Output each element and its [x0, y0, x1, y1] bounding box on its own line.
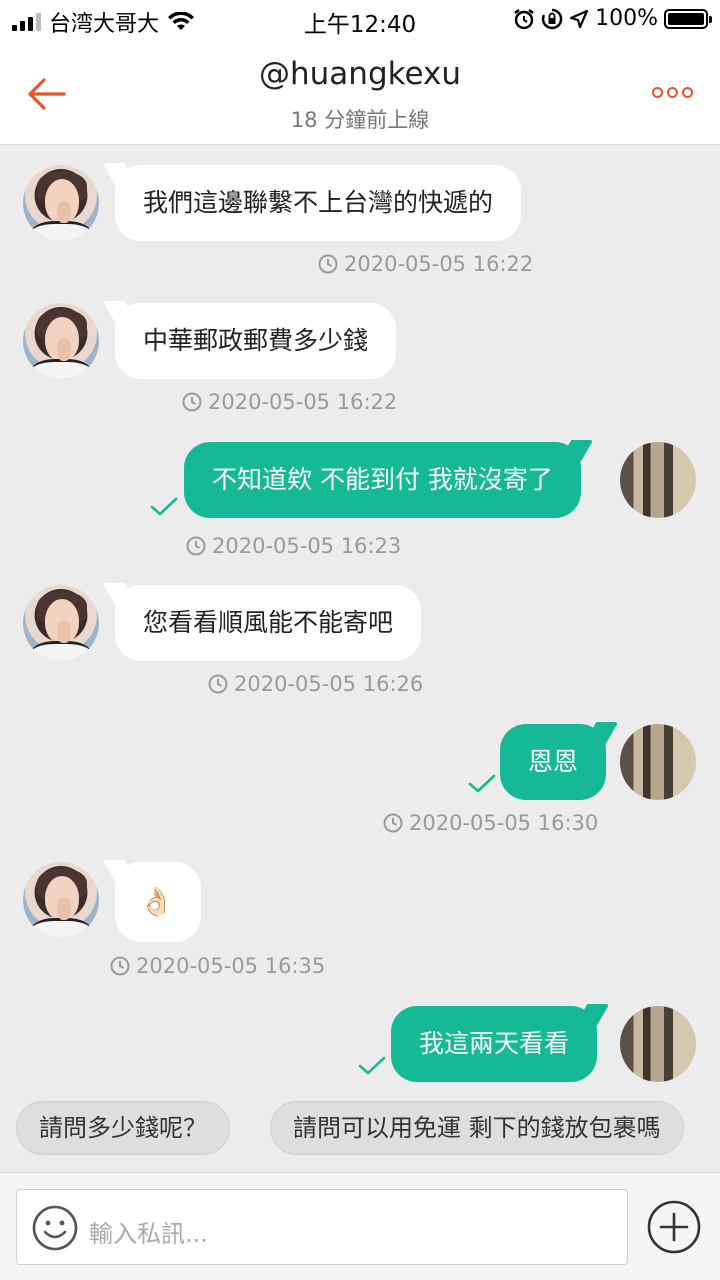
- message-timestamp: 2020-05-05 16:35: [110, 953, 325, 979]
- read-check-icon: [468, 774, 496, 793]
- message-timestamp: 2020-05-05 16:26: [208, 671, 423, 697]
- input-placeholder: 輸入私訊...: [89, 1220, 208, 1248]
- received-emoji-bubble[interactable]: 👌🏻: [115, 862, 201, 942]
- contact-avatar[interactable]: [23, 862, 99, 938]
- battery-percent: 100%: [595, 6, 658, 31]
- last-online-status: 18 分鐘前上線: [290, 108, 430, 132]
- message-timestamp: 2020-05-05 16:22: [182, 389, 397, 415]
- sent-message-bubble[interactable]: 我這兩天看看: [391, 1006, 598, 1082]
- my-avatar[interactable]: [620, 724, 696, 800]
- read-check-icon: [150, 497, 178, 516]
- clock-icon: [186, 536, 206, 556]
- message-timestamp: 2020-05-05 16:22: [318, 251, 533, 277]
- clock-icon: [182, 392, 202, 412]
- alarm-icon: [514, 8, 534, 29]
- message-input-field[interactable]: 輸入私訊...: [16, 1189, 628, 1265]
- clock-icon: [110, 956, 130, 976]
- clock-icon: [383, 813, 403, 833]
- battery-icon: [664, 8, 712, 29]
- status-bar: 台湾大哥大 上午12:40 100%: [0, 0, 720, 38]
- clock-icon: [318, 254, 338, 274]
- message-input-bar: 輸入私訊...: [0, 1172, 720, 1280]
- received-message-bubble[interactable]: 中華郵政郵費多少錢: [115, 303, 397, 379]
- quick-reply-chip[interactable]: 請問可以用免運 剩下的錢放包裹嗎: [270, 1101, 684, 1155]
- my-avatar[interactable]: [620, 1006, 696, 1082]
- my-avatar[interactable]: [620, 442, 696, 518]
- message-timestamp: 2020-05-05 16:30: [383, 810, 598, 836]
- contact-avatar[interactable]: [23, 165, 99, 241]
- contact-avatar[interactable]: [23, 303, 99, 379]
- message-timestamp: 2020-05-05 16:23: [186, 533, 401, 559]
- sent-message-bubble[interactable]: 恩恩: [500, 724, 607, 800]
- read-check-icon: [358, 1056, 386, 1075]
- sent-message-bubble[interactable]: 不知道欸 不能到付 我就沒寄了: [184, 442, 581, 518]
- emoji-icon[interactable]: [31, 1204, 79, 1252]
- chat-username: @huangkexu: [259, 56, 461, 92]
- location-icon: [569, 9, 589, 28]
- received-message-bubble[interactable]: 我們這邊聯繫不上台灣的快遞的: [115, 165, 522, 241]
- status-right: 100%: [513, 6, 712, 31]
- quick-reply-chip[interactable]: 請問多少錢呢？: [16, 1101, 230, 1155]
- chat-header: @huangkexu 18 分鐘前上線: [0, 38, 720, 145]
- contact-avatar[interactable]: [23, 585, 99, 661]
- add-attachment-icon[interactable]: [646, 1199, 702, 1255]
- received-message-bubble[interactable]: 您看看順風能不能寄吧: [115, 585, 422, 661]
- clock-icon: [208, 674, 228, 694]
- more-options-icon[interactable]: [652, 82, 696, 102]
- rotation-lock-icon: [541, 8, 563, 29]
